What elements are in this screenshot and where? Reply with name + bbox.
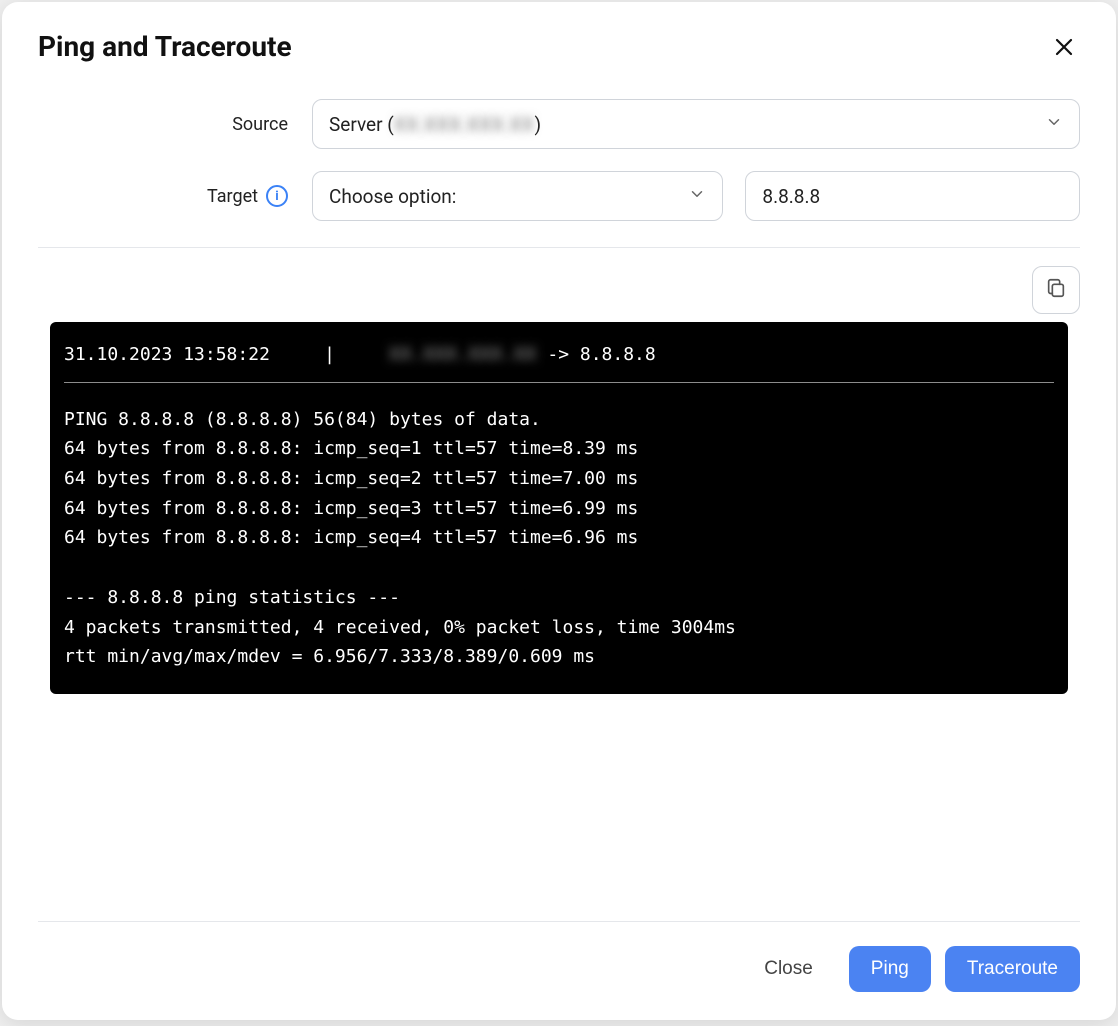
dialog-header: Ping and Traceroute	[38, 30, 1080, 63]
ping-button[interactable]: Ping	[849, 946, 931, 992]
terminal-header-line: 31.10.2023 13:58:22 | XX.XXX.XXX.XX -> 8…	[64, 340, 1054, 378]
terminal-separator: |	[270, 340, 389, 370]
copy-button[interactable]	[1032, 266, 1080, 314]
dialog-title: Ping and Traceroute	[38, 30, 292, 63]
source-row: Source Server (XX.XXX.XXX.XX)	[38, 99, 1080, 149]
form-divider	[38, 247, 1080, 248]
target-label-wrap: Target i	[38, 185, 288, 207]
terminal-toolbar	[38, 266, 1080, 314]
target-label: Target	[207, 186, 258, 207]
target-row: Target i Choose option: 8.8.8.8	[38, 171, 1080, 221]
ping-traceroute-dialog: Ping and Traceroute Source Server (XX.XX…	[2, 2, 1116, 1020]
close-button[interactable]: Close	[742, 946, 835, 992]
chevron-down-icon	[688, 185, 706, 208]
terminal-source-redacted: XX.XXX.XXX.XX	[389, 340, 536, 370]
terminal-body: PING 8.8.8.8 (8.8.8.8) 56(84) bytes of d…	[64, 409, 736, 668]
close-icon[interactable]	[1048, 31, 1080, 63]
target-select[interactable]: Choose option:	[312, 171, 723, 221]
dialog-footer: Close Ping Traceroute	[38, 921, 1080, 992]
target-ip-input[interactable]: 8.8.8.8	[745, 171, 1080, 221]
terminal-arrow-dest: -> 8.8.8.8	[537, 340, 656, 370]
copy-icon	[1045, 277, 1067, 303]
chevron-down-icon	[1045, 113, 1063, 136]
source-select[interactable]: Server (XX.XXX.XXX.XX)	[312, 99, 1080, 149]
terminal-timestamp: 31.10.2023 13:58:22	[64, 340, 270, 370]
terminal-rule	[64, 382, 1054, 383]
target-ip-value: 8.8.8.8	[762, 185, 820, 208]
source-label-wrap: Source	[38, 114, 288, 135]
target-select-placeholder: Choose option:	[329, 185, 456, 208]
info-icon[interactable]: i	[266, 185, 288, 207]
terminal-output: 31.10.2023 13:58:22 | XX.XXX.XXX.XX -> 8…	[50, 322, 1068, 694]
traceroute-button[interactable]: Traceroute	[945, 946, 1080, 992]
source-select-value: Server (XX.XXX.XXX.XX)	[329, 113, 541, 136]
source-label: Source	[232, 114, 288, 135]
